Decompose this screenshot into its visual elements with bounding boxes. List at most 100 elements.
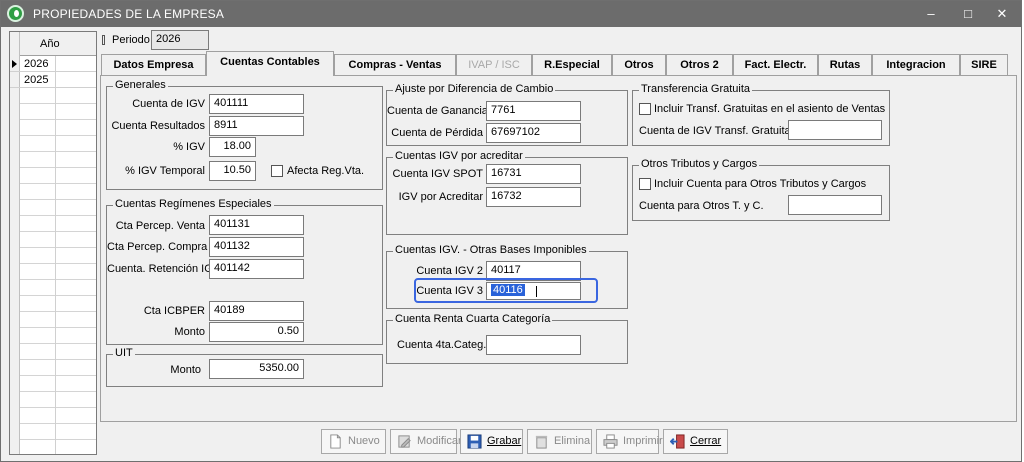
label-cuenta-igv: Cuenta de IGV (132, 98, 205, 110)
maximize-icon[interactable]: □ (950, 1, 986, 27)
group-title: Generales (113, 79, 168, 91)
period-field[interactable]: 2026 (151, 30, 209, 50)
grid-lines (10, 56, 96, 454)
cuenta-cuarta-field[interactable] (486, 335, 581, 355)
label-cuenta-otros-tributos: Cuenta para Otros T. y C. (639, 200, 764, 212)
label-igv-spot: Cuenta IGV SPOT (392, 168, 483, 180)
period-label: Periodo (112, 34, 150, 46)
group-title: Cuentas IGV. - Otras Bases Imponibles (393, 244, 589, 256)
tab-sire[interactable]: SIRE (960, 54, 1008, 75)
cuenta-perdida-field[interactable]: 67697102 (486, 123, 581, 143)
label-cuenta-igv-3: Cuenta IGV 3 (416, 285, 483, 297)
year-cell: 2026 (24, 58, 49, 70)
label-monto-uit: Monto (170, 364, 201, 376)
printer-icon (603, 434, 618, 449)
afecta-reg-vta-label: Afecta Reg.Vta. (287, 165, 365, 177)
tab-datos-empresa[interactable]: Datos Empresa (101, 54, 206, 75)
label-percep-compra: Cta Percep. Compra (107, 241, 208, 253)
label-icbper: Cta ICBPER (143, 305, 205, 317)
cuenta-otros-tributos-field[interactable] (788, 195, 882, 215)
imprimir-label: Imprimir (623, 435, 663, 447)
label-retencion-igv: Cuenta. Retención IGV (107, 263, 221, 275)
minimize-icon[interactable]: – (913, 1, 949, 27)
text-cursor-icon (536, 286, 537, 297)
cuenta-ganancia-field[interactable]: 7761 (486, 101, 581, 121)
imprimir-button[interactable]: Imprimir (596, 429, 663, 454)
label-cuenta-perdida: Cuenta de Pérdida (391, 127, 483, 139)
incluir-otros-tributos-label: Incluir Cuenta para Otros Tributos y Car… (654, 178, 867, 190)
label-cuenta-ganancia: Cuenta de Ganancia (387, 105, 488, 117)
year-cell: 2025 (24, 74, 49, 86)
incluir-transf-checkbox[interactable] (639, 103, 651, 115)
tab-ivap-isc[interactable]: IVAP / ISC (456, 54, 532, 75)
icbper-field[interactable]: 40189 (209, 301, 304, 321)
window-title: PROPIEDADES DE LA EMPRESA (33, 7, 225, 21)
group-title: UIT (113, 347, 135, 359)
group-title: Ajuste por Diferencia de Cambio (393, 83, 556, 95)
label-monto-icbper: Monto (174, 326, 205, 338)
edit-icon (398, 435, 411, 448)
year-grid[interactable]: Año 2026 2025 (9, 31, 97, 455)
monto-icbper-field[interactable]: 0.50 (209, 322, 304, 342)
exit-door-icon (670, 434, 685, 449)
tab-integracion[interactable]: Integracion (872, 54, 960, 75)
group-title: Cuentas IGV por acreditar (393, 150, 525, 162)
delete-icon (535, 435, 548, 449)
incluir-otros-tributos-checkbox[interactable] (639, 178, 651, 190)
title-bar: PROPIEDADES DE LA EMPRESA – □ ✕ (1, 1, 1021, 27)
igv-spot-field[interactable]: 16731 (486, 164, 581, 184)
label-pct-igv: % IGV (173, 141, 205, 153)
tab-compras-ventas[interactable]: Compras - Ventas (334, 54, 456, 75)
year-column-header: Año (40, 38, 60, 50)
modificar-label: Modificar (417, 435, 462, 447)
grabar-button[interactable]: Grabar (460, 429, 523, 454)
pct-igv-temporal-field[interactable]: 10.50 (209, 161, 256, 181)
percep-compra-field[interactable]: 401132 (209, 237, 304, 257)
tab-otros[interactable]: Otros (612, 54, 666, 75)
pct-igv-field[interactable]: 18.00 (209, 137, 256, 157)
label-cuenta-resultados: Cuenta Resultados (111, 120, 205, 132)
group-title: Transferencia Gratuita (639, 83, 753, 95)
save-disk-icon (467, 434, 482, 449)
properties-window: PROPIEDADES DE LA EMPRESA – □ ✕ Año 2026… (0, 0, 1022, 462)
label-pct-igv-temporal: % IGV Temporal (125, 165, 205, 177)
cuenta-igv-field[interactable]: 401111 (209, 94, 304, 114)
group-title: Cuentas Regímenes Especiales (113, 198, 274, 210)
cuenta-igv-3-field[interactable]: 40116 (486, 282, 581, 300)
tab-fact-electr[interactable]: Fact. Electr. (733, 54, 818, 75)
tab-cuentas-contables[interactable]: Cuentas Contables (206, 51, 334, 76)
monto-uit-field[interactable]: 5350.00 (209, 359, 304, 379)
elimina-button[interactable]: Elimina (527, 429, 592, 454)
nuevo-label: Nuevo (348, 435, 380, 447)
group-title: Cuenta Renta Cuarta Categoría (393, 313, 553, 325)
tab-r-especial[interactable]: R.Especial (532, 54, 612, 75)
cuenta-transf-field[interactable] (788, 120, 882, 140)
label-cuenta-cuarta: Cuenta 4ta.Categ.: (397, 339, 490, 351)
label-igv-acreditar: IGV por Acreditar (398, 191, 483, 203)
label-cuenta-transf: Cuenta de IGV Transf. Gratuita (639, 125, 791, 137)
percep-venta-field[interactable]: 401131 (209, 215, 304, 235)
selected-text: 40116 (491, 284, 525, 296)
cuenta-resultados-field[interactable]: 8911 (209, 116, 304, 136)
elimina-label: Elimina (554, 435, 591, 447)
retencion-igv-field[interactable]: 401142 (209, 259, 304, 279)
label-cuenta-igv-2: Cuenta IGV 2 (416, 265, 483, 277)
period-indicator (102, 35, 105, 45)
year-grid-header: Año (10, 32, 96, 56)
igv-acreditar-field[interactable]: 16732 (486, 187, 581, 207)
label-percep-venta: Cta Percep. Venta (115, 220, 205, 232)
tab-rutas[interactable]: Rutas (818, 54, 872, 75)
afecta-reg-vta-checkbox[interactable] (271, 165, 283, 177)
table-row[interactable]: 2026 (10, 57, 96, 72)
close-icon[interactable]: ✕ (984, 1, 1020, 27)
tab-otros-2[interactable]: Otros 2 (666, 54, 733, 75)
table-row[interactable]: 2025 (10, 73, 96, 88)
nuevo-button[interactable]: Nuevo (321, 429, 386, 454)
group-title: Otros Tributos y Cargos (639, 158, 760, 170)
grabar-label: Grabar (487, 435, 522, 447)
cerrar-button[interactable]: Cerrar (663, 429, 728, 454)
modificar-button[interactable]: Modificar (390, 429, 462, 454)
current-row-arrow-icon (12, 60, 17, 68)
incluir-transf-label: Incluir Transf. Gratuitas en el asiento … (654, 103, 886, 115)
row-indicator-column (10, 32, 20, 454)
